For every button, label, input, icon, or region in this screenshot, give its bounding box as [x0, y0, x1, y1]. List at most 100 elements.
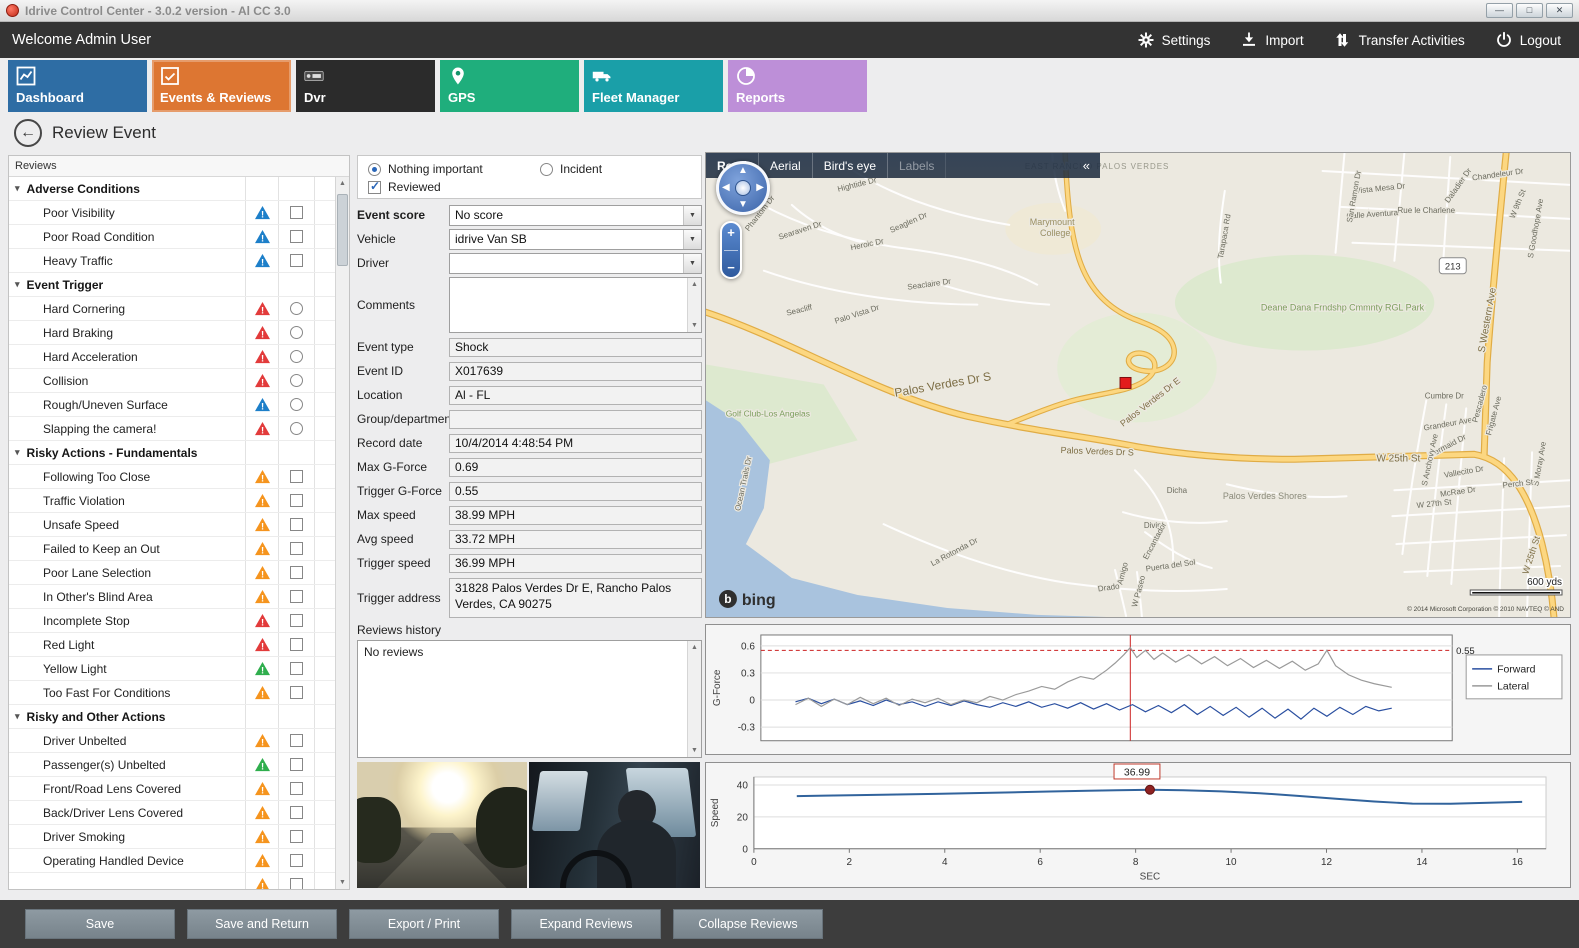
pan-right-icon[interactable]: ▶	[756, 183, 764, 193]
transfer-activities-action[interactable]: Transfer Activities	[1334, 31, 1465, 49]
tree-item-radio[interactable]	[290, 350, 303, 363]
save-and-return-button[interactable]: Save and Return	[187, 909, 337, 939]
tree-item-checkbox[interactable]	[290, 878, 303, 889]
back-button[interactable]: ←	[14, 119, 42, 147]
zoom-in-button[interactable]: +	[727, 226, 735, 239]
event-score-dropdown[interactable]: No score▼	[449, 205, 702, 226]
tree-group-risky-and-other-actions[interactable]: ▾Risky and Other Actions	[9, 705, 335, 729]
tree-item-checkbox[interactable]	[290, 614, 303, 627]
tab-dashboard[interactable]: Dashboard	[8, 60, 147, 112]
tree-item-too-fast-for-conditions[interactable]: Too Fast For Conditions!	[9, 681, 335, 705]
tree-item-checkbox[interactable]	[290, 230, 303, 243]
tree-item-radio[interactable]	[290, 326, 303, 339]
tree-item-checkbox[interactable]	[290, 686, 303, 699]
group-department-field[interactable]	[449, 410, 702, 429]
tree-item-radio[interactable]	[290, 422, 303, 435]
trigger-speed-field[interactable]: 36.99 MPH	[449, 554, 702, 573]
tree-item-checkbox[interactable]	[290, 734, 303, 747]
tree-item-hard-braking[interactable]: Hard Braking!	[9, 321, 335, 345]
map-mode-aerial[interactable]: Aerial	[759, 153, 813, 178]
speed-cursor-marker[interactable]	[1145, 785, 1154, 794]
tree-item-traffic-violation[interactable]: Traffic Violation!	[9, 489, 335, 513]
logout-action[interactable]: Logout	[1495, 31, 1561, 49]
comments-textarea[interactable]: ▲▼	[449, 277, 702, 333]
scroll-up-icon[interactable]: ▲	[691, 281, 698, 288]
trigger-address-field[interactable]: 31828 Palos Verdes Dr E, Rancho Palos Ve…	[449, 578, 702, 618]
max-speed-field[interactable]: 38.99 MPH	[449, 506, 702, 525]
expand-reviews-button[interactable]: Expand Reviews	[511, 909, 661, 939]
tree-item-following-too-close[interactable]: Following Too Close!	[9, 465, 335, 489]
record-date-field[interactable]: 10/4/2014 4:48:54 PM	[449, 434, 702, 453]
tree-item-poor-road-condition[interactable]: Poor Road Condition!	[9, 225, 335, 249]
zoom-out-button[interactable]: −	[727, 261, 735, 274]
pan-center-knob[interactable]	[735, 180, 751, 196]
textarea-scrollbar[interactable]: ▲▼	[687, 278, 701, 332]
gforce-chart[interactable]: 0.60.30-0.30.55G-ForceForwardLateral	[706, 625, 1570, 756]
tree-item-failed-to-keep-an-out[interactable]: Failed to Keep an Out!	[9, 537, 335, 561]
tree-item-front-road-lens-covered[interactable]: Front/Road Lens Covered!	[9, 777, 335, 801]
maximize-button[interactable]: □	[1516, 3, 1543, 18]
tab-events-reviews[interactable]: Events & Reviews	[152, 60, 291, 112]
tree-item-in-other-s-blind-area[interactable]: In Other's Blind Area!	[9, 585, 335, 609]
collapse-reviews-button[interactable]: Collapse Reviews	[673, 909, 823, 939]
tree-item-checkbox[interactable]	[290, 566, 303, 579]
speed-chart[interactable]: 02040024681012141636.99SECSpeed	[706, 763, 1570, 889]
tree-item-rough-uneven-surface[interactable]: Rough/Uneven Surface!	[9, 393, 335, 417]
tab-fleet-manager[interactable]: Fleet Manager	[584, 60, 723, 112]
trigger-g-force-field[interactable]: 0.55	[449, 482, 702, 501]
classification-radio[interactable]	[368, 163, 381, 176]
tree-item-back-driver-lens-covered[interactable]: Back/Driver Lens Covered!	[9, 801, 335, 825]
tree-item-radio[interactable]	[290, 398, 303, 411]
avg-speed-field[interactable]: 33.72 MPH	[449, 530, 702, 549]
map-mode-labels[interactable]: Labels	[888, 153, 946, 178]
tree-item-slapping-the-camera[interactable]: Slapping the camera!!	[9, 417, 335, 441]
map-zoom-control[interactable]: + −	[720, 221, 742, 279]
tree-item-checkbox[interactable]	[290, 254, 303, 267]
tree-item-checkbox[interactable]	[290, 542, 303, 555]
tree-item-item[interactable]: !	[9, 873, 335, 889]
chevron-down-icon[interactable]: ▼	[683, 254, 701, 273]
tree-group-risky-actions-fundamentals[interactable]: ▾Risky Actions - Fundamentals	[9, 441, 335, 465]
minimize-button[interactable]: —	[1486, 3, 1513, 18]
tree-expand-icon[interactable]: ▾	[15, 711, 20, 722]
export-print-button[interactable]: Export / Print	[349, 909, 499, 939]
front-camera-video[interactable]	[357, 762, 527, 888]
classification-nothing-important[interactable]: Nothing important	[368, 162, 533, 176]
reviews-tree-scroll-thumb[interactable]	[337, 194, 348, 266]
tree-item-checkbox[interactable]	[290, 638, 303, 651]
cabin-camera-video[interactable]	[529, 762, 700, 888]
tree-item-hard-cornering[interactable]: Hard Cornering!	[9, 297, 335, 321]
classification-radio[interactable]	[540, 163, 553, 176]
scroll-down-icon[interactable]: ▼	[339, 879, 346, 886]
map-pan-control[interactable]: ▲ ▼ ◀ ▶	[716, 161, 770, 215]
event-location-marker[interactable]	[1120, 377, 1131, 388]
tab-gps[interactable]: GPS	[440, 60, 579, 112]
tree-item-checkbox[interactable]	[290, 470, 303, 483]
reviews-history-list[interactable]: No reviews ▲▼	[357, 640, 702, 758]
tree-item-driver-unbelted[interactable]: Driver Unbelted!	[9, 729, 335, 753]
tab-reports[interactable]: Reports	[728, 60, 867, 112]
reviews-tree-scrollbar[interactable]: ▲▼	[335, 177, 349, 889]
chevron-down-icon[interactable]: ▼	[683, 230, 701, 249]
max-g-force-field[interactable]: 0.69	[449, 458, 702, 477]
close-button[interactable]: ✕	[1546, 3, 1573, 18]
map-mode-bird-s-eye[interactable]: Bird's eye	[813, 153, 888, 178]
pan-up-icon[interactable]: ▲	[738, 166, 748, 176]
tree-item-checkbox[interactable]	[290, 590, 303, 603]
tree-item-radio[interactable]	[290, 302, 303, 315]
tree-item-collision[interactable]: Collision!	[9, 369, 335, 393]
tree-item-yellow-light[interactable]: Yellow Light!	[9, 657, 335, 681]
tree-item-checkbox[interactable]	[290, 806, 303, 819]
tree-item-checkbox[interactable]	[290, 854, 303, 867]
driver-dropdown[interactable]: ▼	[449, 253, 702, 274]
tree-item-checkbox[interactable]	[290, 662, 303, 675]
pan-left-icon[interactable]: ◀	[722, 183, 730, 193]
tree-item-checkbox[interactable]	[290, 518, 303, 531]
map-bar-collapse-button[interactable]: «	[1073, 158, 1100, 173]
tree-item-checkbox[interactable]	[290, 830, 303, 843]
tree-expand-icon[interactable]: ▾	[15, 447, 20, 458]
event-type-field[interactable]: Shock	[449, 338, 702, 357]
settings-action[interactable]: Settings	[1137, 31, 1211, 49]
tree-item-red-light[interactable]: Red Light!	[9, 633, 335, 657]
scroll-down-icon[interactable]: ▼	[691, 322, 698, 329]
